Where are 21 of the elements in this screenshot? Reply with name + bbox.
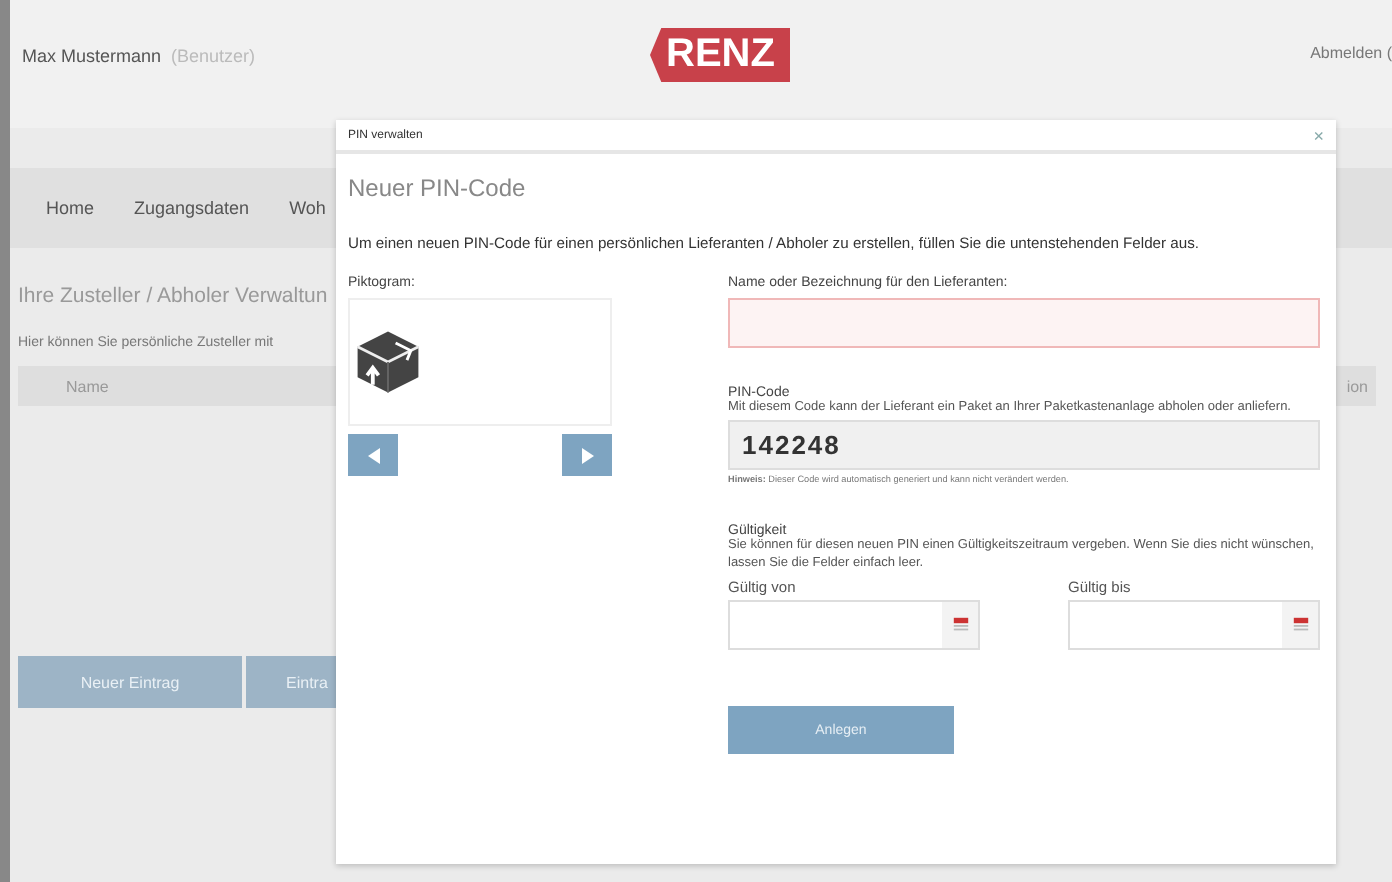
calendar-icon [1291,616,1309,635]
page-title: Ihre Zusteller / Abholer Verwaltun [18,284,330,308]
date-input-field[interactable] [728,600,980,651]
column-header: Name [66,377,109,395]
next-button[interactable] [562,434,612,476]
nav-item[interactable]: Zugangsdaten [134,198,250,218]
previous-button[interactable] [348,434,398,476]
close-button[interactable]: × [1313,125,1324,145]
logout-link[interactable]: Abmelden ( [1310,44,1392,62]
dialog-heading: Neuer PIN-Code [348,174,528,202]
logo: RENZ [650,28,791,82]
nav-item[interactable]: Woh [289,198,326,218]
left-triangle-icon [363,445,383,465]
calendar-icon [951,616,969,635]
user-name: Max Mustermann [22,46,162,66]
nav-item[interactable]: Home [46,198,95,218]
name-input-field[interactable] [728,298,1320,348]
right-triangle-icon [577,445,597,465]
column-header: ion [1346,377,1368,395]
pin-code-field: 142248 [728,420,1320,471]
date-input-field[interactable] [1068,600,1320,651]
